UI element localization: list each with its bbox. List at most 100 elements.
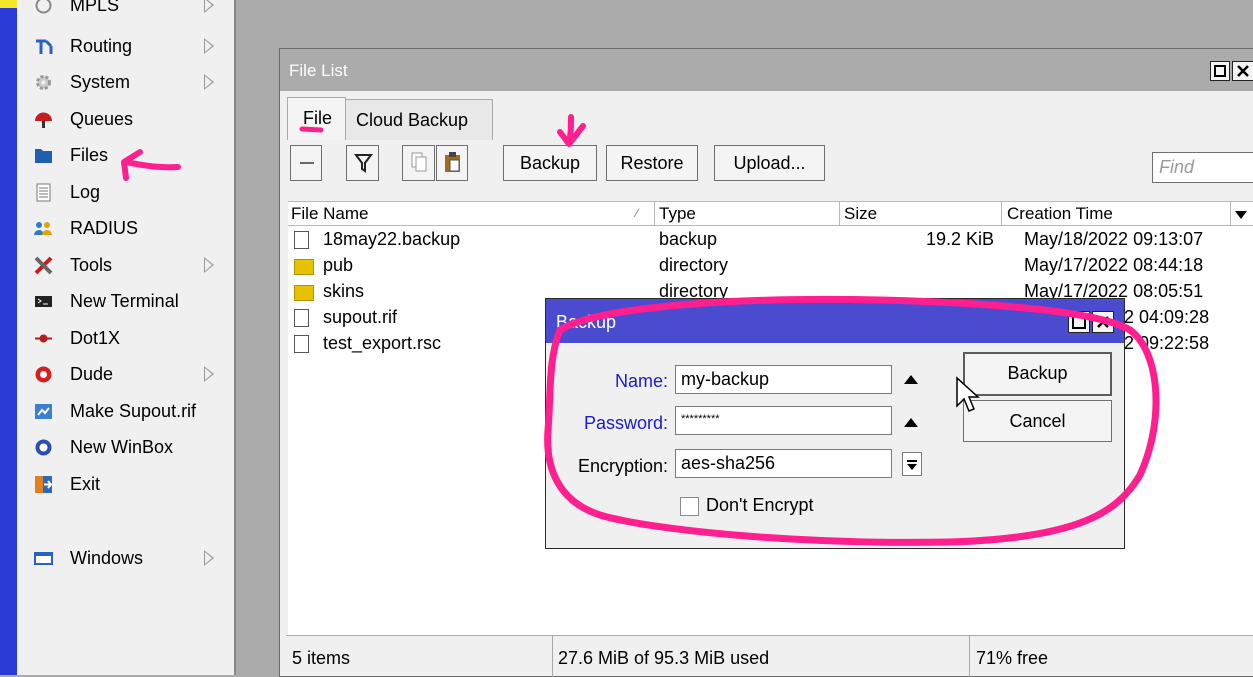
tab-file[interactable]: File <box>287 97 346 140</box>
file-type: backup <box>659 229 718 249</box>
dont-encrypt-checkbox[interactable] <box>680 497 699 516</box>
sidebar-item-exit[interactable]: Exit <box>17 467 234 503</box>
sidebar-item-new-winbox[interactable]: New WinBox <box>17 430 234 466</box>
button-label: Backup <box>1007 363 1068 383</box>
folder-icon <box>294 285 314 301</box>
paste-button[interactable] <box>436 145 468 181</box>
sidebar-item-label: Queues <box>70 109 134 129</box>
tools-icon <box>34 256 53 275</box>
sidebar-item-windows[interactable]: Windows <box>17 541 234 577</box>
file-creation-time: May/18/2022 09:13:07 <box>1024 229 1204 249</box>
paste-icon <box>445 152 460 172</box>
dropdown-arrow-icon <box>907 460 917 470</box>
file-name: skins <box>323 281 365 301</box>
document-icon <box>294 231 309 249</box>
status-divider <box>969 636 970 677</box>
column-menu-arrow-icon[interactable] <box>1234 206 1248 226</box>
sidebar-item-label: Windows <box>70 548 144 568</box>
status-item-count: 5 items <box>292 648 351 668</box>
remove-button[interactable] <box>290 145 322 181</box>
button-label: Upload... <box>733 153 806 173</box>
backup-dialog: Backup Name: my-backup Password: *******… <box>545 298 1125 549</box>
left-edge-strip <box>0 0 17 675</box>
sidebar-item-queues[interactable]: Queues <box>17 102 234 138</box>
terminal-icon <box>34 292 53 311</box>
maximize-button[interactable] <box>1210 61 1230 81</box>
sidebar-item-system[interactable]: System <box>17 65 234 101</box>
sidebar-item-label: Routing <box>70 36 133 56</box>
name-input[interactable]: my-backup <box>675 365 892 394</box>
close-icon <box>1237 65 1249 77</box>
file-size: 19.2 KiB <box>925 229 994 249</box>
column-header-creation-time[interactable]: Creation Time <box>1007 204 1113 224</box>
dialog-maximize-button[interactable] <box>1068 311 1090 333</box>
collapse-up-icon[interactable] <box>904 418 918 427</box>
maximize-icon <box>1072 315 1086 329</box>
submenu-arrow-icon <box>204 0 214 13</box>
upload-button[interactable]: Upload... <box>714 145 825 181</box>
sidebar-item-tools[interactable]: Tools <box>17 248 234 284</box>
sidebar-item-make-supout[interactable]: Make Supout.rif <box>17 394 234 430</box>
password-input[interactable]: ********* <box>675 406 892 435</box>
password-value: ********* <box>681 413 720 425</box>
mpls-icon <box>34 0 53 15</box>
tab-cloud-backup[interactable]: Cloud Backup <box>345 99 493 140</box>
sidebar-item-new-terminal[interactable]: New Terminal <box>17 284 234 320</box>
sidebar-item-label: Exit <box>70 474 101 494</box>
supout-icon <box>34 402 53 421</box>
table-row[interactable]: 18may22.backup backup 19.2 KiB May/18/20… <box>288 227 1253 253</box>
file-creation-time: May/17/2022 08:44:18 <box>1024 255 1204 275</box>
sidebar-item-log[interactable]: Log <box>17 175 234 211</box>
dialog-cancel-button[interactable]: Cancel <box>963 400 1112 442</box>
system-gear-icon <box>34 73 53 92</box>
sidebar-item-routing[interactable]: Routing <box>17 29 234 65</box>
sidebar-item-dude[interactable]: Dude <box>17 357 234 393</box>
dialog-backup-button[interactable]: Backup <box>963 352 1112 396</box>
collapse-up-icon[interactable] <box>904 375 918 384</box>
submenu-arrow-icon <box>204 366 214 382</box>
status-disk-used: 27.6 MiB of 95.3 MiB used <box>558 648 770 668</box>
folder-icon <box>34 146 53 165</box>
exit-icon <box>34 475 53 494</box>
status-bar: 5 items 27.6 MiB of 95.3 MiB used 71% fr… <box>286 635 1253 677</box>
close-button[interactable] <box>1232 61 1253 81</box>
winbox-icon <box>34 438 53 457</box>
sidebar-item-mpls[interactable]: MPLS <box>17 0 234 24</box>
maximize-icon <box>1214 65 1226 77</box>
sidebar-item-label: Dot1X <box>70 328 121 348</box>
sidebar-item-dot1x[interactable]: Dot1X <box>17 321 234 357</box>
copy-icon <box>411 152 427 172</box>
column-divider <box>1001 202 1002 225</box>
column-header-type[interactable]: Type <box>659 204 696 224</box>
dot1x-icon <box>34 329 53 348</box>
column-header-file-name[interactable]: File Name <box>291 204 368 224</box>
copy-button[interactable] <box>402 145 435 181</box>
column-header-size[interactable]: Size <box>844 204 877 224</box>
encryption-select[interactable]: aes-sha256 <box>675 449 892 478</box>
find-input[interactable]: Find <box>1152 152 1253 183</box>
dropdown-button[interactable] <box>902 452 922 476</box>
sidebar-item-files[interactable]: Files <box>17 138 234 174</box>
encryption-value: aes-sha256 <box>681 453 776 473</box>
windows-icon <box>34 549 53 568</box>
table-row[interactable]: pub directory May/17/2022 08:44:18 <box>288 253 1253 279</box>
file-list-titlebar: File List <box>280 49 1253 91</box>
submenu-arrow-icon <box>204 257 214 273</box>
file-name: 18may22.backup <box>323 229 461 249</box>
submenu-arrow-icon <box>204 74 214 90</box>
sidebar-item-label: MPLS <box>70 0 120 15</box>
dialog-close-button[interactable] <box>1092 311 1114 333</box>
filter-icon <box>354 154 373 173</box>
restore-button[interactable]: Restore <box>606 145 698 181</box>
find-placeholder: Find <box>1159 157 1195 177</box>
sidebar-item-radius[interactable]: RADIUS <box>17 211 234 247</box>
button-label: Backup <box>519 153 581 173</box>
sort-indicator-icon: ⁄ <box>636 206 639 220</box>
file-name: supout.rif <box>323 307 398 327</box>
backup-toolbar-button[interactable]: Backup <box>503 145 597 181</box>
filter-button[interactable] <box>346 145 379 181</box>
queues-icon <box>34 110 53 129</box>
status-disk-free: 71% free <box>976 648 1049 668</box>
dude-icon <box>34 365 53 384</box>
table-header: File Name ⁄ Type Size Creation Time <box>288 202 1253 226</box>
